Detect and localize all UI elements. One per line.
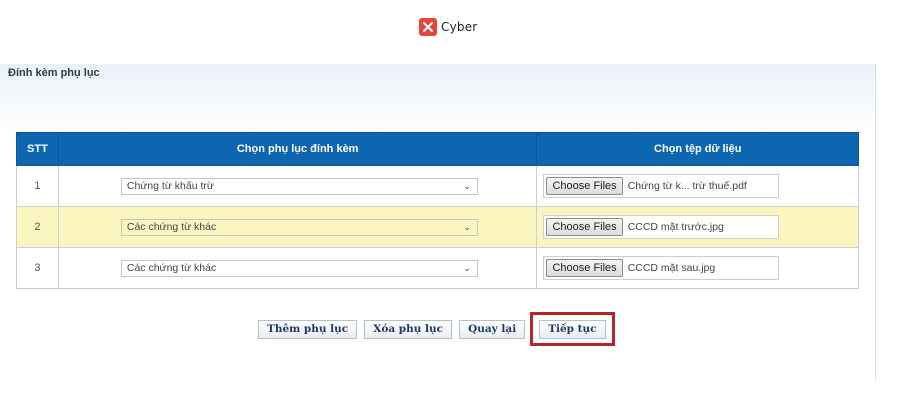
x-mark-icon (419, 18, 437, 36)
chevron-down-icon: ⌄ (463, 180, 471, 191)
file-cell: Choose Files CCCD mặt sau.jpg (536, 247, 859, 289)
table-row: 3 Các chứng từ khác ⌄ Choose Files CCCD … (16, 247, 859, 289)
attachment-panel: Đính kèm phụ lục STT Chọn phụ lục đính k… (0, 64, 876, 380)
appendix-cell: Các chứng từ khác ⌄ (57, 247, 538, 289)
header-stt: STT (16, 132, 59, 166)
row-number: 1 (16, 165, 59, 207)
chevron-down-icon: ⌄ (463, 262, 471, 273)
file-name: Chứng từ k... trừ thuế.pdf (627, 180, 747, 192)
appendix-select[interactable]: Chứng từ khấu trừ ⌄ (120, 177, 478, 195)
appendix-cell: Các chứng từ khác ⌄ (57, 206, 538, 248)
table-row: 1 Chứng từ khấu trừ ⌄ Choose Files Chứng… (16, 165, 859, 207)
file-input[interactable]: Choose Files CCCD mặt sau.jpg (543, 256, 780, 280)
choose-files-button[interactable]: Choose Files (546, 218, 623, 236)
file-cell: Choose Files CCCD mặt trước.jpg (536, 206, 859, 248)
delete-appendix-button[interactable]: Xóa phụ lục (364, 319, 453, 339)
panel-title: Đính kèm phụ lục (8, 67, 100, 79)
add-appendix-button[interactable]: Thêm phụ lục (258, 319, 358, 339)
appendix-select-value: Các chứng từ khác (126, 261, 217, 274)
highlight-frame: Tiếp tục (530, 312, 615, 346)
appendix-table: STT Chọn phụ lục đính kèm Chọn tệp dữ li… (16, 132, 859, 289)
header-appendix: Chọn phụ lục đính kèm (57, 132, 538, 166)
continue-button[interactable]: Tiếp tục (539, 320, 606, 339)
table-header-row: STT Chọn phụ lục đính kèm Chọn tệp dữ li… (16, 132, 859, 166)
row-number: 3 (16, 247, 59, 289)
choose-files-button[interactable]: Choose Files (546, 177, 623, 195)
brand-watermark: Cyber (419, 18, 477, 36)
appendix-select-value: Các chứng từ khác (126, 220, 217, 233)
header-file: Chọn tệp dữ liệu (536, 132, 859, 166)
appendix-select-value: Chứng từ khấu trừ (126, 179, 214, 192)
appendix-select[interactable]: Các chứng từ khác ⌄ (120, 218, 478, 236)
action-bar: Thêm phụ lục Xóa phụ lục Quay lại Tiếp t… (258, 312, 615, 346)
back-button[interactable]: Quay lại (459, 319, 526, 339)
appendix-cell: Chứng từ khấu trừ ⌄ (57, 165, 538, 207)
file-input[interactable]: Choose Files Chứng từ k... trừ thuế.pdf (543, 174, 780, 198)
appendix-select[interactable]: Các chứng từ khác ⌄ (120, 259, 478, 277)
brand-name: Cyber (441, 20, 478, 34)
file-name: CCCD mặt sau.jpg (627, 262, 716, 274)
chevron-down-icon: ⌄ (463, 221, 471, 232)
file-name: CCCD mặt trước.jpg (627, 221, 724, 233)
table-row: 2 Các chứng từ khác ⌄ Choose Files CCCD … (16, 206, 859, 248)
choose-files-button[interactable]: Choose Files (546, 259, 623, 277)
row-number: 2 (16, 206, 59, 248)
file-input[interactable]: Choose Files CCCD mặt trước.jpg (543, 215, 780, 239)
file-cell: Choose Files Chứng từ k... trừ thuế.pdf (536, 165, 859, 207)
